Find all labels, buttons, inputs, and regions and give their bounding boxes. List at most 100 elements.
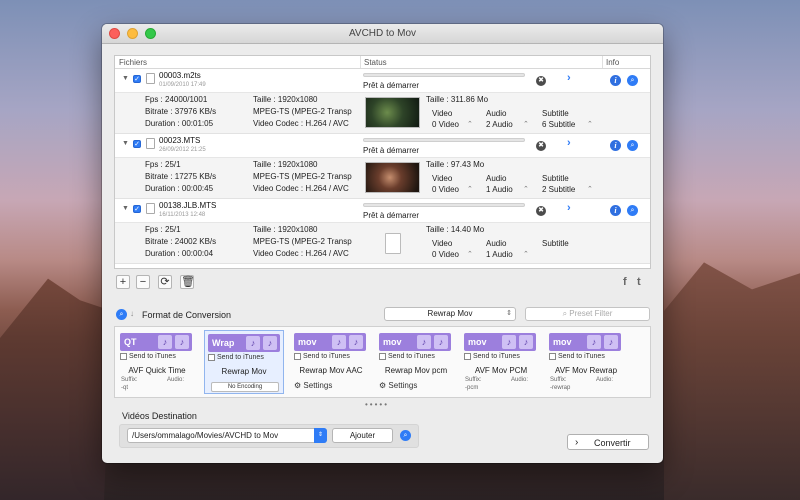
video-select[interactable]: 0 Video	[432, 185, 459, 194]
settings-label: Settings	[388, 381, 418, 390]
remove-icon[interactable]: ✖	[536, 206, 546, 216]
format-popup[interactable]: Rewrap Mov ⇕	[384, 307, 516, 321]
subtitle-select[interactable]: 2 Subtitle	[542, 185, 575, 194]
itunes-checkbox[interactable]	[379, 353, 386, 360]
resolution-text: Taille : 1920x1080	[253, 160, 318, 169]
search-icon[interactable]: ⌕	[627, 140, 638, 151]
itunes-label: Send to iTunes	[217, 354, 264, 361]
audio-pad-icon: ♪	[246, 336, 260, 350]
file-name: 00023.MTS	[159, 136, 201, 145]
disclosure-triangle-icon[interactable]: ▼	[122, 75, 129, 82]
file-row[interactable]: ▼ ✓ 00003.m2ts 01/09/2010 17:49 Prêt à d…	[115, 69, 650, 93]
file-checkbox[interactable]: ✓	[133, 205, 141, 213]
subtitle-select[interactable]: 6 Subtitle	[542, 120, 575, 129]
preset-title: Rewrap Mov pcm	[384, 366, 448, 375]
suffix-value[interactable]: -rewrap	[550, 385, 570, 391]
remove-file-button[interactable]: −	[136, 275, 150, 289]
search-icon[interactable]: ⌕	[627, 205, 638, 216]
convert-label: Convertir	[594, 438, 631, 448]
download-icon[interactable]: ↓	[130, 309, 134, 318]
facebook-icon[interactable]: f	[623, 276, 627, 288]
search-icon[interactable]: ⌕	[116, 309, 127, 320]
disclosure-triangle-icon[interactable]: ▼	[122, 140, 129, 147]
preset-title: Rewrap Mov AAC	[299, 366, 363, 375]
settings-button[interactable]: ⚙ Settings	[294, 381, 332, 390]
search-icon[interactable]: ⌕	[400, 430, 411, 441]
itunes-checkbox[interactable]	[464, 353, 471, 360]
remove-icon[interactable]: ✖	[536, 76, 546, 86]
destination-label: Vidéos Destination	[122, 411, 197, 421]
preset-avf-quicktime[interactable]: QT ♪ ♪ Send to iTunes AVF Quick Time Suf…	[117, 330, 197, 394]
suffix-label: Suffix:	[121, 377, 138, 383]
bitrate-text: Bitrate : 17275 KB/s	[145, 172, 217, 181]
audio-pad-icon: ♪	[417, 335, 431, 349]
info-icon[interactable]: i	[610, 140, 621, 151]
audio-select[interactable]: 1 Audio	[486, 250, 513, 259]
resolution-text: Taille : 1920x1080	[253, 225, 318, 234]
stepper-icon[interactable]: ⌃	[523, 250, 529, 258]
header-info[interactable]: Info	[606, 58, 619, 67]
stepper-icon[interactable]: ⌃	[467, 185, 473, 193]
audio-pad-icon: ♪	[502, 335, 516, 349]
status-text: Prêt à démarrer	[363, 81, 420, 90]
settings-button[interactable]: ⚙ Settings	[379, 381, 417, 390]
refresh-button[interactable]: ⟳	[158, 275, 172, 289]
video-label: Video	[432, 239, 453, 248]
stepper-icon[interactable]: ⌃	[523, 185, 529, 193]
header-files[interactable]: Fichiers	[119, 58, 147, 67]
title-bar: AVCHD to Mov	[102, 24, 663, 44]
stepper-icon[interactable]: ⌃	[587, 185, 593, 193]
chevron-right-icon[interactable]: ›	[567, 137, 571, 149]
itunes-checkbox[interactable]	[549, 353, 556, 360]
audio-select[interactable]: 2 Audio	[486, 120, 513, 129]
status-text: Prêt à démarrer	[363, 146, 420, 155]
chevron-right-icon[interactable]: ›	[567, 72, 571, 84]
itunes-checkbox[interactable]	[120, 353, 127, 360]
preset-filter-input[interactable]: ⌕ Preset Filter	[525, 307, 650, 321]
itunes-checkbox[interactable]	[294, 353, 301, 360]
stepper-icon[interactable]: ⌃	[467, 250, 473, 258]
stepper-icon[interactable]: ⌃	[467, 120, 473, 128]
file-checkbox[interactable]: ✓	[133, 75, 141, 83]
add-file-button[interactable]: +	[116, 275, 130, 289]
add-destination-button[interactable]: Ajouter	[332, 428, 393, 443]
search-icon[interactable]: ⌕	[627, 75, 638, 86]
info-icon[interactable]: i	[610, 75, 621, 86]
preset-avf-mov-pcm[interactable]: mov ♪ ♪ Send to iTunes AVF Mov PCM Suffi…	[461, 330, 541, 394]
preset-badge: mov	[468, 337, 487, 347]
video-select[interactable]: 0 Video	[432, 250, 459, 259]
destination-path: /Users/ommalago/Movies/AVCHD to Mov	[132, 431, 279, 440]
audio-pad-icon: ♪	[158, 335, 172, 349]
audio-pad-icon: ♪	[332, 335, 346, 349]
disclosure-triangle-icon[interactable]: ▼	[122, 205, 129, 212]
audio-select[interactable]: 1 Audio	[486, 185, 513, 194]
file-row[interactable]: ▼ ✓ 00023.MTS 26/09/2012 21:25 Prêt à dé…	[115, 134, 650, 158]
video-select[interactable]: 0 Video	[432, 120, 459, 129]
chevron-right-icon[interactable]: ›	[567, 202, 571, 214]
suffix-value[interactable]: -qt	[121, 385, 128, 391]
trash-button[interactable]: 🗑	[180, 275, 195, 289]
stepper-icon[interactable]: ⌃	[587, 120, 593, 128]
twitter-icon[interactable]: t	[637, 276, 641, 288]
header-status[interactable]: Status	[364, 58, 387, 67]
itunes-checkbox[interactable]	[208, 354, 215, 361]
suffix-value[interactable]: -pcm	[465, 385, 478, 391]
file-list[interactable]: Fichiers Status Info ▼ ✓ 00003.m2ts 01/0…	[114, 55, 651, 269]
no-encoding-button[interactable]: No Encoding	[211, 382, 279, 392]
file-date: 16/11/2013 12:48	[159, 212, 206, 218]
preset-rewrap-mov-pcm[interactable]: mov ♪ ♪ Send to iTunes Rewrap Mov pcm ⚙ …	[376, 330, 456, 394]
preset-rewrap-mov[interactable]: Wrap ♪ ♪ Send to iTunes Rewrap Mov No En…	[204, 330, 284, 394]
convert-button[interactable]: › Convertir	[567, 434, 649, 450]
preset-rewrap-mov-aac[interactable]: mov ♪ ♪ Send to iTunes Rewrap Mov AAC ⚙ …	[291, 330, 371, 394]
stepper-icon[interactable]: ⌃	[523, 120, 529, 128]
destination-path-select[interactable]: /Users/ommalago/Movies/AVCHD to Mov ⇕	[127, 428, 327, 443]
remove-icon[interactable]: ✖	[536, 141, 546, 151]
preset-avf-mov-rewrap[interactable]: mov ♪ ♪ Send to iTunes AVF Mov Rewrap Su…	[546, 330, 626, 394]
resolution-text: Taille : 1920x1080	[253, 95, 318, 104]
info-icon[interactable]: i	[610, 205, 621, 216]
file-checkbox[interactable]: ✓	[133, 140, 141, 148]
duration-text: Duration : 00:01:05	[145, 119, 214, 128]
blank-thumbnail-icon	[385, 233, 401, 254]
audio-pad-icon: ♪	[587, 335, 601, 349]
file-row[interactable]: ▼ ✓ 00138.JLB.MTS 16/11/2013 12:48 Prêt …	[115, 199, 650, 223]
